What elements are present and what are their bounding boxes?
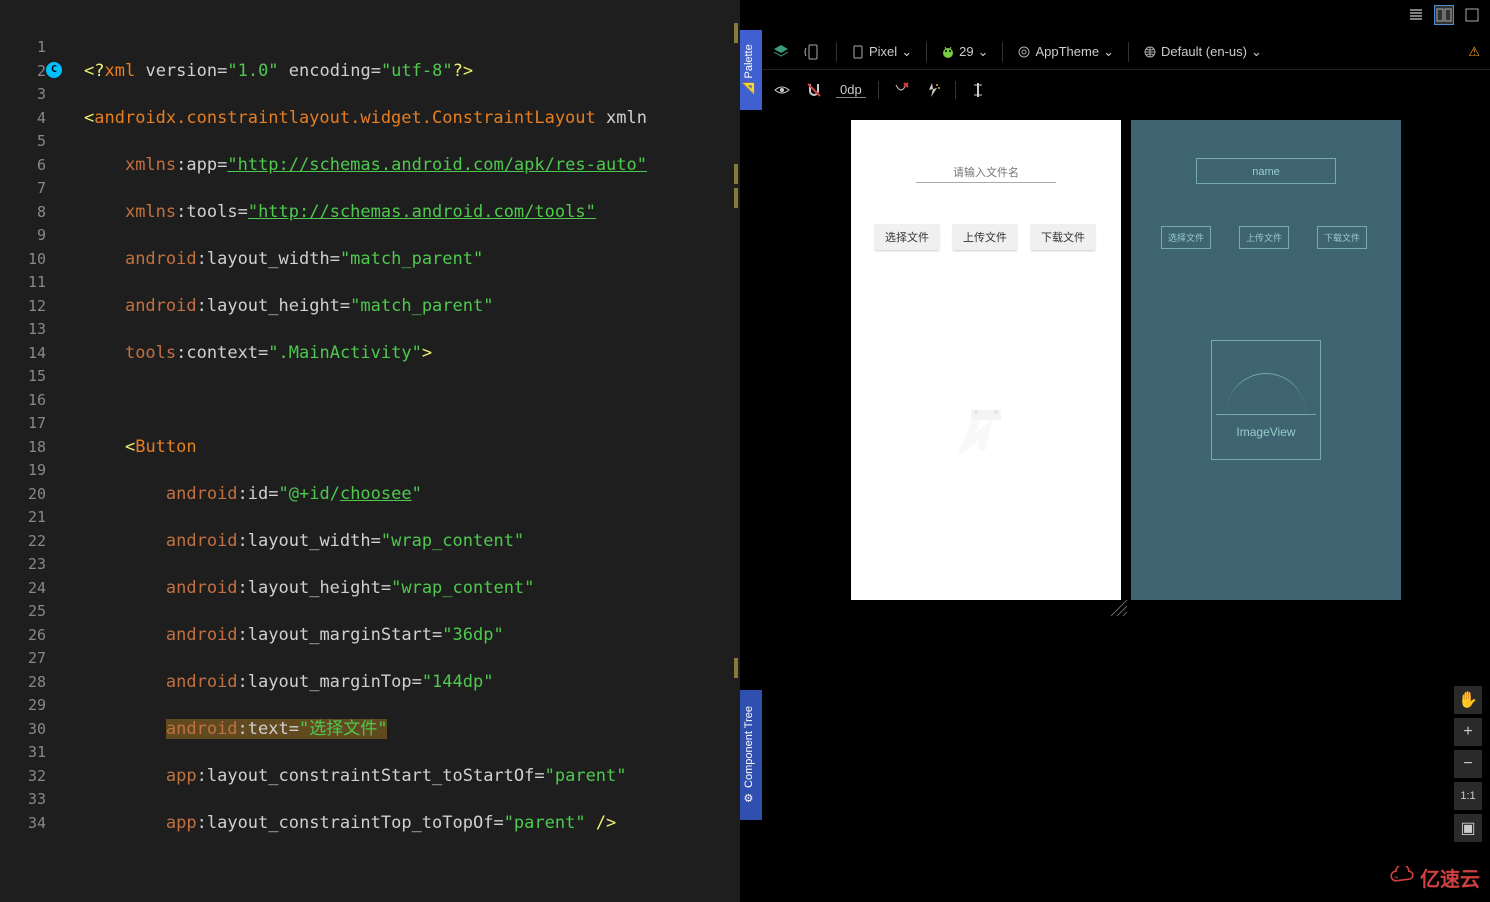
line-num: 12 <box>0 295 46 319</box>
line-num: 26 <box>0 624 46 648</box>
side-tab-rail: 📐 Palette ⚙ Component Tree <box>740 0 762 902</box>
code-content[interactable]: <?xml version="1.0" encoding="utf-8"?> <… <box>64 0 740 902</box>
mountain-icon <box>1216 355 1316 415</box>
line-num: 32 <box>0 765 46 789</box>
device-design-view[interactable]: 选择文件 上传文件 下载文件 <box>851 120 1121 600</box>
split-view-icon[interactable] <box>1434 5 1454 25</box>
android-placeholder-icon <box>951 390 1021 460</box>
choose-file-button-blueprint[interactable]: 选择文件 <box>1161 226 1211 249</box>
chevron-down-icon: ⌄ <box>901 44 912 60</box>
line-num: 17 <box>0 412 46 436</box>
palette-tab[interactable]: 📐 Palette <box>740 30 762 110</box>
zoom-reset-button[interactable]: 1:1 <box>1454 782 1482 810</box>
line-num: 28 <box>0 671 46 695</box>
cloud-logo-icon: ∞ <box>1388 866 1420 886</box>
line-num: 10 <box>0 248 46 272</box>
api-selector[interactable]: 29 ⌄ <box>941 44 988 60</box>
upload-file-button[interactable]: 上传文件 <box>953 224 1017 250</box>
code-editor-pane: 1 2C 3 4 5 6 7 8 9 10 11 12 13 14 15 16 … <box>0 0 740 902</box>
line-num: 18 <box>0 436 46 460</box>
change-marker <box>734 658 738 678</box>
change-marker <box>734 188 738 208</box>
line-num: 14 <box>0 342 46 366</box>
line-num: 27 <box>0 647 46 671</box>
line-num: 9 <box>0 224 46 248</box>
layout-preview-pane: Pixel ⌄ 29 ⌄ AppTheme ⌄ Default (en-us) … <box>762 0 1490 902</box>
filename-input-blueprint[interactable]: name <box>1196 158 1336 184</box>
change-badge-icon: C <box>46 62 62 78</box>
code-view-icon[interactable] <box>1406 5 1426 25</box>
change-marker <box>734 23 738 43</box>
clear-constraints-icon[interactable] <box>891 80 911 100</box>
line-num: 30 <box>0 718 46 742</box>
pan-tool-button[interactable]: ✋ <box>1454 686 1482 714</box>
device-canvas[interactable]: 选择文件 上传文件 下载文件 name 选择文件 上传文件 下载文件 Image… <box>812 120 1440 852</box>
filename-input[interactable] <box>916 164 1056 183</box>
line-num: 2C <box>0 60 46 84</box>
theme-selector[interactable]: AppTheme ⌄ <box>1017 44 1114 60</box>
line-num: 16 <box>0 389 46 413</box>
magnet-icon[interactable] <box>804 80 824 100</box>
component-tree-tab[interactable]: ⚙ Component Tree <box>740 690 762 820</box>
line-num: 31 <box>0 741 46 765</box>
download-file-button-blueprint[interactable]: 下载文件 <box>1317 226 1367 249</box>
orientation-selector[interactable] <box>804 43 822 61</box>
line-num: 8 <box>0 201 46 225</box>
view-mode-toolbar <box>1398 0 1490 30</box>
locale-selector[interactable]: Default (en-us) ⌄ <box>1143 44 1262 60</box>
surface-selector[interactable] <box>772 43 790 61</box>
warning-icon[interactable]: ⚠ <box>1468 44 1480 60</box>
zoom-fit-button[interactable]: ▣ <box>1454 814 1482 842</box>
line-num: 33 <box>0 788 46 812</box>
line-num: 1 <box>0 36 46 60</box>
design-action-toolbar: 0dp <box>762 74 1490 106</box>
design-view-icon[interactable] <box>1462 5 1482 25</box>
line-num: 11 <box>0 271 46 295</box>
line-num: 22 <box>0 530 46 554</box>
svg-text:∞: ∞ <box>1394 875 1398 881</box>
line-num: 5 <box>0 130 46 154</box>
line-num: 21 <box>0 506 46 530</box>
change-marker <box>734 164 738 184</box>
chevron-down-icon: ⌄ <box>978 44 989 60</box>
chevron-down-icon: ⌄ <box>1251 44 1262 60</box>
zoom-out-button[interactable]: − <box>1454 750 1482 778</box>
line-num: 25 <box>0 600 46 624</box>
line-num: 3 <box>0 83 46 107</box>
choose-file-button[interactable]: 选择文件 <box>875 224 939 250</box>
chevron-down-icon: ⌄ <box>1103 44 1114 60</box>
line-num: 34 <box>0 812 46 836</box>
line-num: 20 <box>0 483 46 507</box>
guidelines-icon[interactable] <box>968 80 988 100</box>
device-blueprint-view[interactable]: name 选择文件 上传文件 下载文件 ImageView <box>1131 120 1401 600</box>
infer-constraints-icon[interactable] <box>923 80 943 100</box>
zoom-controls: ✋ + − 1:1 ▣ <box>1454 686 1482 842</box>
line-number-gutter: 1 2C 3 4 5 6 7 8 9 10 11 12 13 14 15 16 … <box>0 0 64 902</box>
zoom-in-button[interactable]: + <box>1454 718 1482 746</box>
line-num: 19 <box>0 459 46 483</box>
line-num: 29 <box>0 694 46 718</box>
design-config-toolbar: Pixel ⌄ 29 ⌄ AppTheme ⌄ Default (en-us) … <box>762 34 1490 70</box>
line-num: 15 <box>0 365 46 389</box>
line-num: 24 <box>0 577 46 601</box>
line-num: 4 <box>0 107 46 131</box>
default-margin-input[interactable]: 0dp <box>836 82 866 98</box>
resize-handle[interactable] <box>1109 598 1129 618</box>
line-num: 7 <box>0 177 46 201</box>
download-file-button[interactable]: 下载文件 <box>1031 224 1095 250</box>
imageview-placeholder[interactable]: ImageView <box>1211 340 1321 460</box>
upload-file-button-blueprint[interactable]: 上传文件 <box>1239 226 1289 249</box>
eye-icon[interactable] <box>772 80 792 100</box>
line-num: 13 <box>0 318 46 342</box>
device-selector[interactable]: Pixel ⌄ <box>851 44 912 60</box>
line-num: 23 <box>0 553 46 577</box>
watermark: ∞亿速云 <box>1388 863 1480 892</box>
line-num: 6 <box>0 154 46 178</box>
